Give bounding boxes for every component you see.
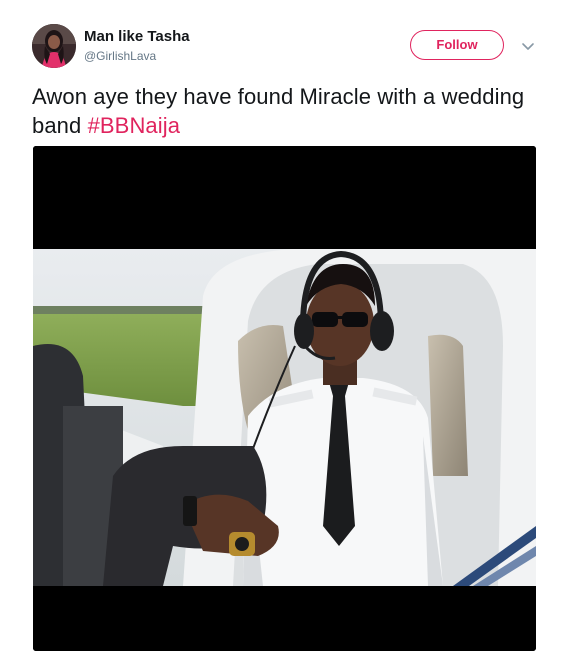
follow-button[interactable]: Follow: [410, 30, 504, 60]
author-display-name[interactable]: Man like Tasha: [84, 28, 190, 46]
tweet-media-photo[interactable]: [33, 146, 536, 651]
more-options-button[interactable]: [518, 36, 538, 56]
author-handle[interactable]: @GirlishLava: [84, 48, 156, 64]
photo-pilot-in-cockpit: [33, 146, 536, 651]
tweet-text: Awon aye they have found Miracle with a …: [32, 82, 532, 140]
hashtag-link[interactable]: #BBNaija: [88, 113, 181, 138]
author-avatar[interactable]: [32, 24, 76, 68]
avatar-image: [32, 24, 76, 68]
chevron-down-icon: [522, 43, 534, 50]
tweet-card: Man like Tasha @GirlishLava Follow Awon …: [0, 0, 561, 655]
